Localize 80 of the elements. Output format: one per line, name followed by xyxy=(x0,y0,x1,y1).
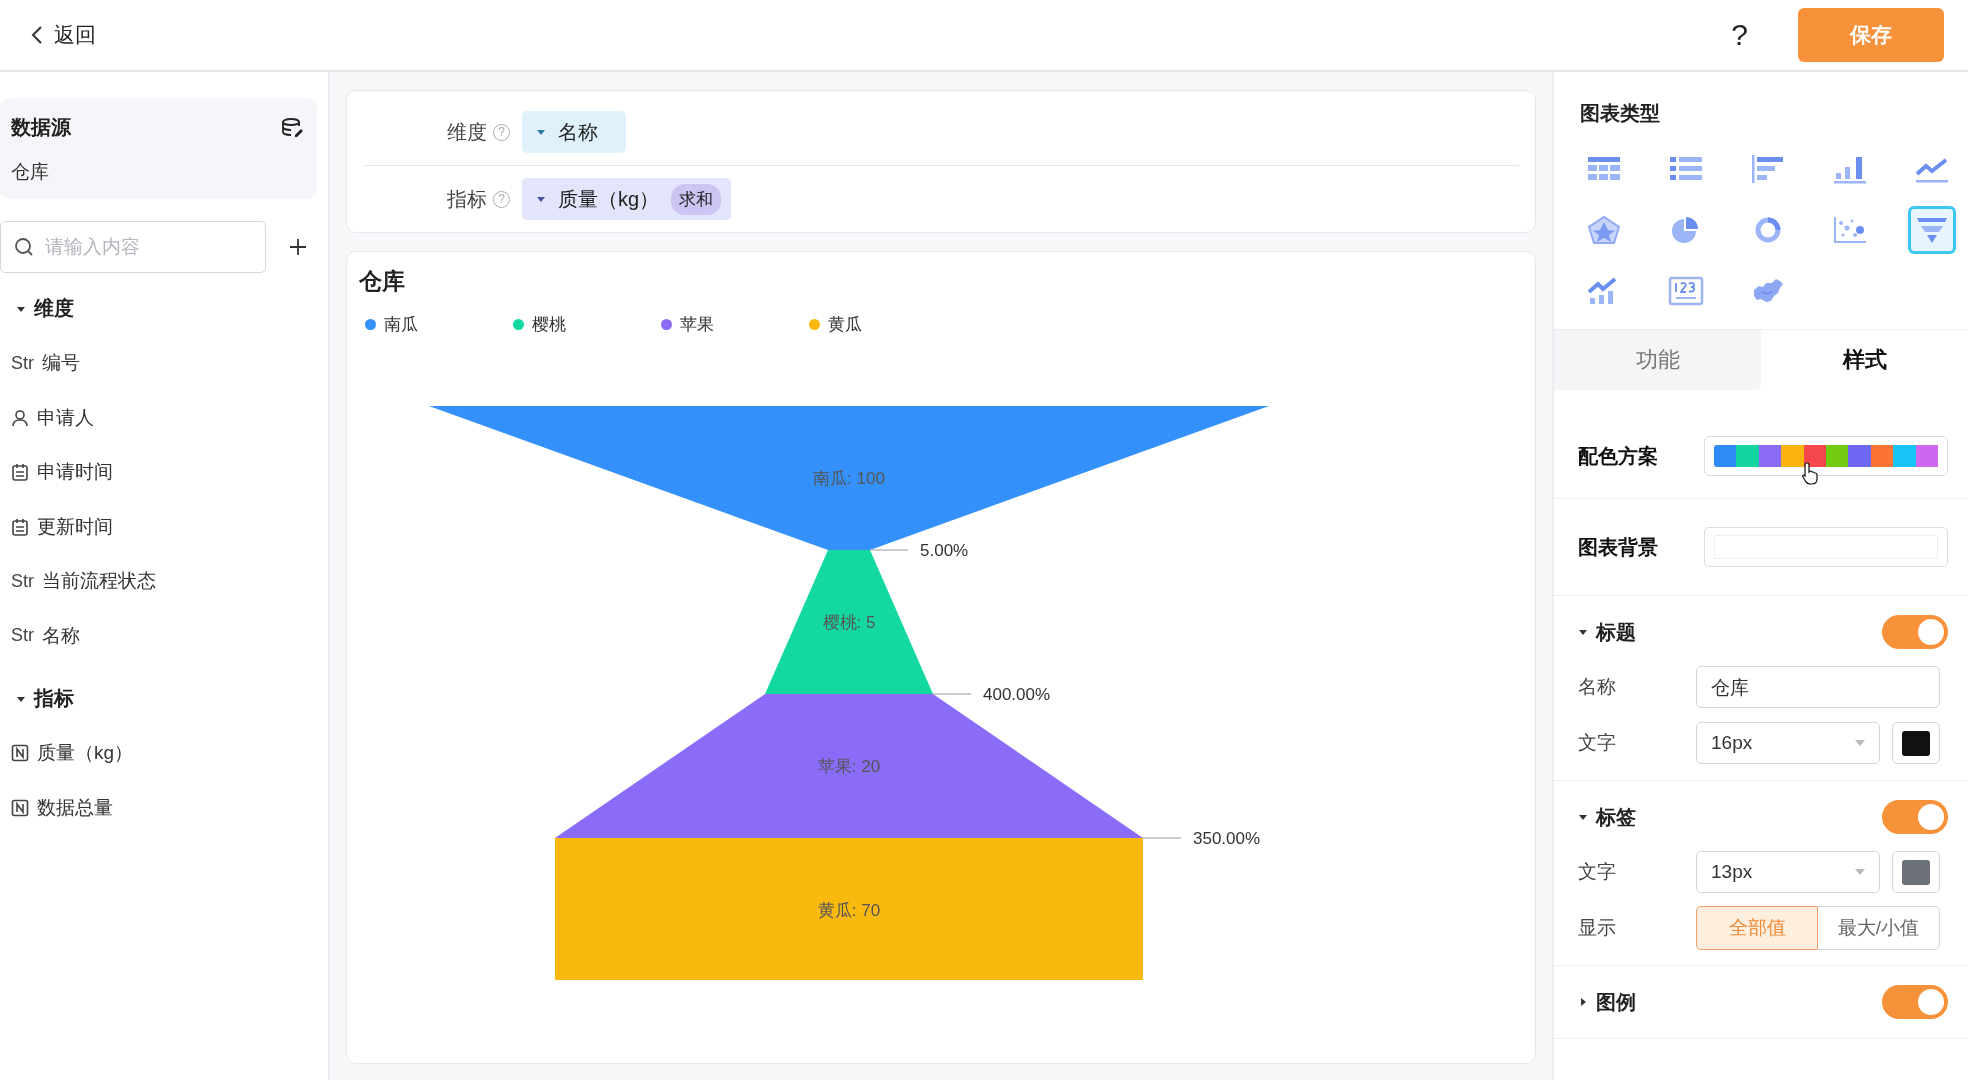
aggregation-tag[interactable]: 求和 xyxy=(671,183,722,215)
font-size-select[interactable]: 13px xyxy=(1696,851,1880,893)
number-field-icon xyxy=(11,744,29,763)
back-button[interactable]: 返回 xyxy=(30,21,96,49)
caret-icon xyxy=(536,127,546,137)
field-item[interactable]: Str 当前流程状态 xyxy=(0,554,328,609)
chart-title: 仓库 xyxy=(359,267,405,296)
value-label: 苹果: 20 xyxy=(817,757,881,776)
section-header[interactable]: 标签 xyxy=(1578,803,1636,831)
number-card-icon xyxy=(1668,276,1704,306)
bar-chart-icon xyxy=(1832,154,1868,184)
query-label: 指标 xyxy=(446,186,487,212)
background-color-field[interactable] xyxy=(1704,527,1948,567)
back-icon xyxy=(30,25,44,45)
scatter-chart-icon xyxy=(1832,215,1868,245)
chart-type-option[interactable] xyxy=(1908,206,1956,254)
legend-item[interactable]: 黄瓜 xyxy=(809,313,862,336)
section-title: 图表类型 xyxy=(1580,102,1660,124)
search-field[interactable]: 请输入内容 xyxy=(0,221,266,273)
data-source-name: 仓库 xyxy=(11,160,50,184)
person-icon xyxy=(11,408,29,427)
data-source-title: 数据源 xyxy=(11,115,71,140)
font-size-select[interactable]: 16px xyxy=(1696,722,1880,764)
field-item[interactable]: 更新时间 xyxy=(0,499,328,554)
field-item[interactable]: 数据总量 xyxy=(0,780,328,835)
value-label: 樱桃: 5 xyxy=(822,613,876,632)
query-label: 维度 xyxy=(446,119,487,145)
leader-line xyxy=(869,549,909,551)
value-label: 南瓜: 100 xyxy=(813,469,885,488)
calendar-icon xyxy=(11,517,29,536)
value-label: 黄瓜: 70 xyxy=(817,901,881,920)
radar-chart-icon xyxy=(1586,215,1622,245)
database-edit-icon[interactable] xyxy=(281,117,305,138)
segment-option[interactable]: 最大/小值 xyxy=(1818,906,1940,950)
section-header[interactable]: 图例 xyxy=(1578,988,1636,1016)
section-header[interactable]: 标题 xyxy=(1578,618,1636,646)
add-icon[interactable] xyxy=(288,237,308,257)
toggle-switch[interactable] xyxy=(1882,800,1948,834)
hand-cursor-icon xyxy=(1801,461,1821,485)
toggle-switch[interactable] xyxy=(1882,985,1948,1019)
caret-icon xyxy=(1855,739,1865,747)
color-picker[interactable] xyxy=(1892,722,1940,764)
field-item[interactable]: Str 名称 xyxy=(0,608,328,663)
setting-label: 名称 xyxy=(1578,675,1617,699)
setting-label: 显示 xyxy=(1578,916,1617,940)
number-field-icon xyxy=(11,798,29,817)
setting-label: 图表背景 xyxy=(1578,534,1658,560)
percent-label: 350.00% xyxy=(1193,829,1261,848)
field-item[interactable]: 申请人 xyxy=(0,390,328,445)
setting-label: 文字 xyxy=(1578,860,1617,884)
panel-tab[interactable]: 功能 xyxy=(1554,330,1761,390)
field-chip[interactable]: 名称 xyxy=(522,111,626,153)
setting-label: 配色方案 xyxy=(1578,443,1658,469)
search-icon xyxy=(14,237,34,257)
field-item[interactable]: 质量（kg） xyxy=(0,726,328,781)
caret-icon xyxy=(536,194,546,204)
tree-group[interactable]: 指标 xyxy=(0,663,328,726)
caret-icon xyxy=(1578,812,1588,822)
setting-label: 文字 xyxy=(1578,731,1617,755)
help-button[interactable]: ? xyxy=(1727,18,1752,52)
toggle-switch[interactable] xyxy=(1882,615,1948,649)
legend-item[interactable]: 樱桃 xyxy=(513,313,623,336)
title-input[interactable]: 仓库 xyxy=(1696,666,1940,708)
calendar-icon xyxy=(11,463,29,482)
tree-group[interactable]: 维度 xyxy=(0,273,328,336)
legend-item[interactable]: 苹果 xyxy=(661,313,771,336)
funnel-chart-icon xyxy=(1914,215,1950,245)
caret-icon xyxy=(1578,627,1588,637)
field-item[interactable]: 申请时间 xyxy=(0,445,328,500)
caret-icon xyxy=(1855,868,1865,876)
percent-label: 5.00% xyxy=(920,541,969,560)
leader-line xyxy=(932,693,972,695)
horizontal-bar-chart-icon xyxy=(1750,154,1786,184)
field-item[interactable]: Str 编号 xyxy=(0,336,328,391)
percent-label: 400.00% xyxy=(983,685,1051,704)
field-chip[interactable]: 质量（kg） 求和 xyxy=(522,178,732,220)
legend-item[interactable]: 南瓜 xyxy=(365,313,475,336)
leader-line xyxy=(1142,837,1182,839)
caret-icon xyxy=(1578,997,1588,1007)
color-picker[interactable] xyxy=(1892,851,1940,893)
